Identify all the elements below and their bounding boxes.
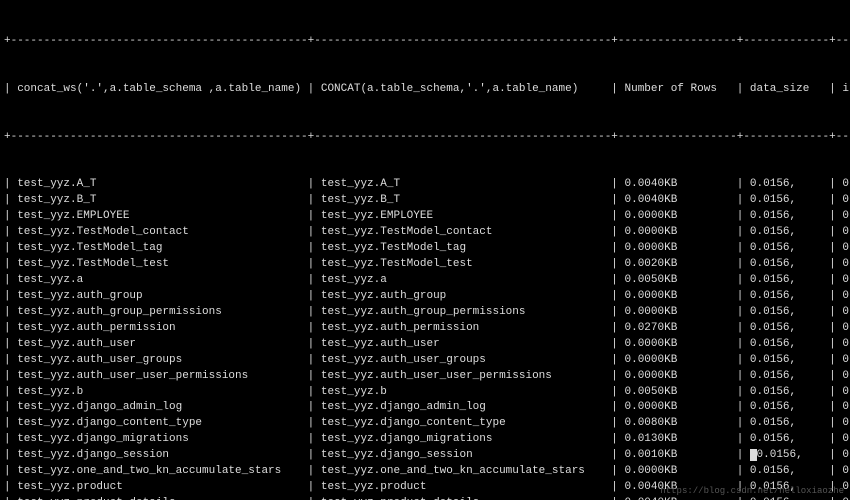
table-row: | test_yyz.auth_group_permissions | test… bbox=[4, 305, 846, 321]
table-row: | test_yyz.TestModel_test | test_yyz.Tes… bbox=[4, 257, 846, 273]
table-row: | test_yyz.b | test_yyz.b | 0.0050KB | 0… bbox=[4, 385, 846, 401]
table-row: | test_yyz.TestModel_tag | test_yyz.Test… bbox=[4, 241, 846, 257]
border-mid: +---------------------------------------… bbox=[4, 130, 846, 146]
terminal-output: +---------------------------------------… bbox=[0, 0, 850, 500]
table-row: | test_yyz.django_content_type | test_yy… bbox=[4, 416, 846, 432]
table-row: | test_yyz.auth_permission | test_yyz.au… bbox=[4, 321, 846, 337]
header-row: | concat_ws('.',a.table_schema ,a.table_… bbox=[4, 82, 846, 98]
table-row: | test_yyz.auth_user | test_yyz.auth_use… bbox=[4, 337, 846, 353]
table-row: | test_yyz.a | test_yyz.a | 0.0050KB | 0… bbox=[4, 273, 846, 289]
table-row: | test_yyz.EMPLOYEE | test_yyz.EMPLOYEE … bbox=[4, 209, 846, 225]
table-row: | test_yyz.TestModel_contact | test_yyz.… bbox=[4, 225, 846, 241]
table-row: | test_yyz.A_T | test_yyz.A_T | 0.0040KB… bbox=[4, 177, 846, 193]
table-row: | test_yyz.auth_user_user_permissions | … bbox=[4, 369, 846, 385]
text-cursor bbox=[750, 449, 757, 461]
table-row: | test_yyz.django_session | test_yyz.dja… bbox=[4, 448, 846, 464]
table-row: | test_yyz.auth_user_groups | test_yyz.a… bbox=[4, 353, 846, 369]
table-row: | test_yyz.B_T | test_yyz.B_T | 0.0040KB… bbox=[4, 193, 846, 209]
table-body: | test_yyz.A_T | test_yyz.A_T | 0.0040KB… bbox=[4, 177, 846, 500]
border-top: +---------------------------------------… bbox=[4, 34, 846, 50]
table-row: | test_yyz.django_admin_log | test_yyz.d… bbox=[4, 400, 846, 416]
watermark: https://blog.csdn.net/helloxiaozhe bbox=[660, 485, 844, 498]
table-row: | test_yyz.one_and_two_kn_accumulate_sta… bbox=[4, 464, 846, 480]
table-row: | test_yyz.auth_group | test_yyz.auth_gr… bbox=[4, 289, 846, 305]
table-row: | test_yyz.django_migrations | test_yyz.… bbox=[4, 432, 846, 448]
